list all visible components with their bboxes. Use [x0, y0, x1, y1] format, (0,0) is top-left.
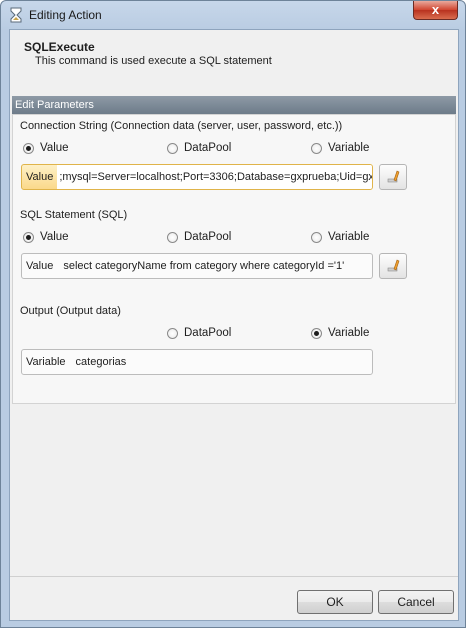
radio-unselected-icon: [167, 327, 178, 339]
field-type-tag: Variable: [26, 356, 66, 368]
radio-unselected-icon: [167, 231, 178, 243]
radio-selected-icon: [23, 231, 34, 243]
radio-selected-icon: [23, 142, 34, 154]
radio-label: Variable: [328, 327, 370, 339]
connection-string-value[interactable]: ;mysql=Server=localhost;Port=3306;Databa…: [57, 165, 373, 189]
radio-unselected-icon: [311, 231, 322, 243]
pencil-icon: [387, 170, 400, 183]
edit-parameters-header: Edit Parameters: [12, 96, 456, 114]
command-name: SQLExecute: [24, 40, 95, 54]
close-icon: x: [431, 2, 440, 17]
footer-divider: [10, 576, 458, 577]
sql-statement-field[interactable]: Value select categoryName from category …: [21, 253, 373, 279]
sql-radio-datapool[interactable]: DataPool: [167, 231, 231, 243]
sql-radio-value[interactable]: Value: [23, 231, 69, 243]
connection-string-field[interactable]: Value ;mysql=Server=localhost;Port=3306;…: [21, 164, 373, 190]
field-type-tag: Value: [26, 171, 54, 183]
radio-label: DataPool: [184, 142, 232, 154]
radio-label: Variable: [328, 142, 370, 154]
command-description: This command is used execute a SQL state…: [35, 55, 272, 67]
edit-parameters-panel: Connection String (Connection data (serv…: [12, 114, 456, 404]
dialog-client: SQLExecute This command is used execute …: [9, 29, 459, 621]
output-variable-field[interactable]: Variable categorias: [21, 349, 373, 375]
close-button[interactable]: x: [413, 1, 458, 20]
sql-radio-variable[interactable]: Variable: [311, 231, 369, 243]
hourglass-icon: [9, 7, 23, 23]
connection-edit-button[interactable]: [379, 164, 407, 190]
connection-string-title: Connection String (Connection data (serv…: [20, 120, 343, 132]
title-bar[interactable]: Editing Action x: [1, 1, 465, 29]
output-variable-value: categorias: [75, 356, 127, 368]
radio-label: Value: [40, 231, 69, 243]
output-title: Output (Output data): [20, 305, 121, 317]
radio-label: DataPool: [184, 231, 232, 243]
ok-button[interactable]: OK: [297, 590, 373, 614]
output-radio-datapool[interactable]: DataPool: [167, 327, 231, 339]
window-title: Editing Action: [29, 8, 102, 22]
radio-unselected-icon: [167, 142, 178, 154]
connection-radio-datapool[interactable]: DataPool: [167, 142, 231, 154]
connection-radio-variable[interactable]: Variable: [311, 142, 369, 154]
radio-selected-icon: [311, 327, 322, 339]
field-type-tag: Value: [26, 260, 54, 272]
sql-statement-title: SQL Statement (SQL): [20, 209, 128, 221]
editing-action-window: Editing Action x SQLExecute This command…: [0, 0, 466, 628]
radio-label: Variable: [328, 231, 370, 243]
radio-unselected-icon: [311, 142, 322, 154]
pencil-icon: [387, 259, 400, 272]
radio-label: DataPool: [184, 327, 232, 339]
sql-statement-value: select categoryName from category where …: [63, 260, 345, 272]
field-value-text: ;mysql=Server=localhost;Port=3306;Databa…: [59, 171, 373, 183]
command-header: SQLExecute This command is used execute …: [10, 30, 458, 90]
cancel-button[interactable]: Cancel: [378, 590, 454, 614]
radio-label: Value: [40, 142, 69, 154]
sql-edit-button[interactable]: [379, 253, 407, 279]
connection-radio-value[interactable]: Value: [23, 142, 69, 154]
output-radio-variable[interactable]: Variable: [311, 327, 369, 339]
